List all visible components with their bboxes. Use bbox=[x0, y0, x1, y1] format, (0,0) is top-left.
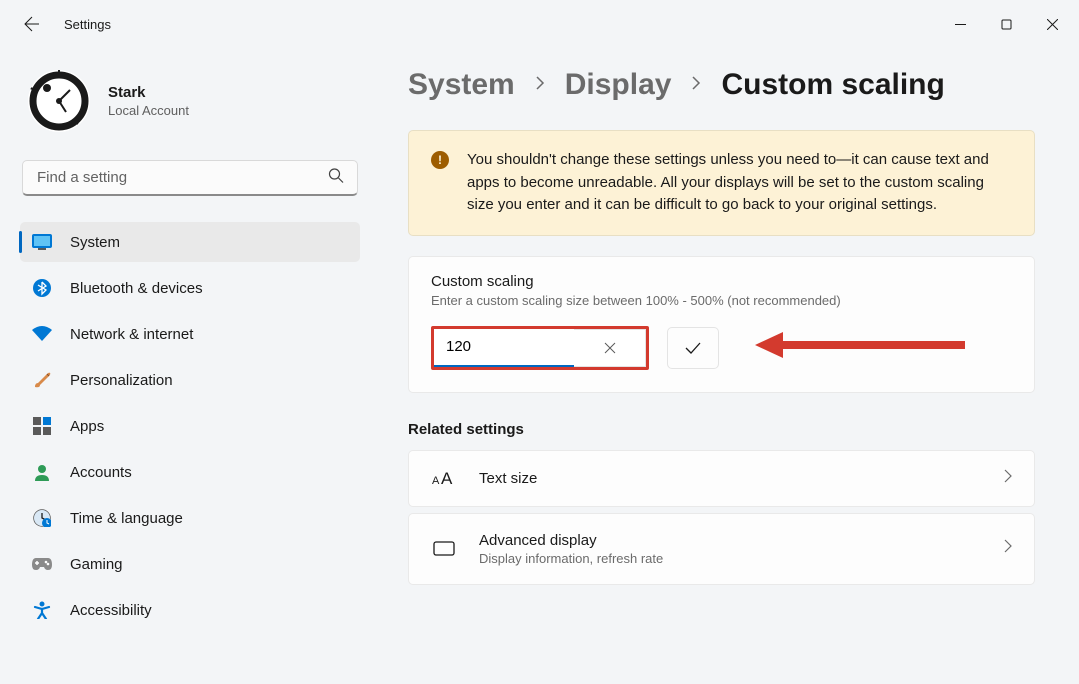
back-button[interactable] bbox=[20, 12, 44, 36]
text-size-icon: AA bbox=[431, 469, 457, 487]
sidebar-item-label: Time & language bbox=[70, 510, 183, 527]
confirm-button[interactable] bbox=[667, 327, 719, 369]
custom-scaling-card: Custom scaling Enter a custom scaling si… bbox=[408, 256, 1035, 393]
apps-icon bbox=[32, 416, 52, 436]
back-arrow-icon bbox=[24, 16, 40, 32]
brush-icon bbox=[32, 370, 52, 390]
wifi-icon bbox=[32, 324, 52, 344]
close-icon bbox=[604, 342, 616, 354]
clock-icon bbox=[32, 508, 52, 528]
sidebar-item-label: Network & internet bbox=[70, 326, 193, 343]
close-icon bbox=[1047, 19, 1058, 30]
breadcrumb: System Display Custom scaling bbox=[408, 68, 1035, 102]
breadcrumb-system[interactable]: System bbox=[408, 68, 515, 102]
search-input[interactable] bbox=[22, 160, 358, 196]
maximize-icon bbox=[1001, 19, 1012, 30]
minimize-icon bbox=[955, 19, 966, 30]
system-icon bbox=[32, 232, 52, 252]
avatar bbox=[28, 70, 90, 132]
main-content: System Display Custom scaling ! You shou… bbox=[372, 48, 1079, 684]
sidebar-item-accounts[interactable]: Accounts bbox=[20, 452, 360, 492]
sidebar-item-label: Personalization bbox=[70, 372, 173, 389]
warning-icon: ! bbox=[431, 151, 449, 169]
sidebar-item-gaming[interactable]: Gaming bbox=[20, 544, 360, 584]
annotation-arrow-icon bbox=[755, 330, 965, 365]
sidebar-item-label: Accounts bbox=[70, 464, 132, 481]
sidebar-item-label: Apps bbox=[70, 418, 104, 435]
accessibility-icon bbox=[32, 600, 52, 620]
clear-button[interactable] bbox=[574, 329, 646, 367]
related-item-label: Text size bbox=[479, 470, 537, 487]
gamepad-icon bbox=[32, 554, 52, 574]
sidebar-item-label: Accessibility bbox=[70, 602, 152, 619]
chevron-right-icon bbox=[535, 75, 545, 96]
sidebar-item-accessibility[interactable]: Accessibility bbox=[20, 590, 360, 630]
sidebar-item-apps[interactable]: Apps bbox=[20, 406, 360, 446]
svg-text:A: A bbox=[441, 469, 453, 487]
user-account-block[interactable]: Stark Local Account bbox=[20, 60, 360, 154]
chevron-right-icon bbox=[1004, 539, 1012, 558]
display-icon bbox=[431, 541, 457, 557]
sidebar: Stark Local Account System Bluetooth & d… bbox=[0, 48, 372, 684]
sidebar-item-label: System bbox=[70, 234, 120, 251]
search-box bbox=[22, 160, 358, 196]
checkmark-icon bbox=[685, 342, 701, 354]
scaling-value-input[interactable] bbox=[434, 329, 574, 367]
sidebar-item-label: Gaming bbox=[70, 556, 123, 573]
custom-scaling-subtitle: Enter a custom scaling size between 100%… bbox=[431, 293, 1012, 308]
sidebar-item-personalization[interactable]: Personalization bbox=[20, 360, 360, 400]
related-settings-heading: Related settings bbox=[408, 421, 1035, 438]
chevron-right-icon bbox=[691, 75, 701, 96]
svg-text:A: A bbox=[432, 475, 440, 487]
sidebar-item-label: Bluetooth & devices bbox=[70, 280, 203, 297]
bluetooth-icon bbox=[32, 278, 52, 298]
close-button[interactable] bbox=[1029, 4, 1075, 44]
sidebar-item-time-language[interactable]: Time & language bbox=[20, 498, 360, 538]
titlebar: Settings bbox=[0, 0, 1079, 48]
sidebar-item-bluetooth[interactable]: Bluetooth & devices bbox=[20, 268, 360, 308]
breadcrumb-current: Custom scaling bbox=[721, 68, 944, 102]
scaling-input-group bbox=[431, 326, 649, 370]
sidebar-item-network[interactable]: Network & internet bbox=[20, 314, 360, 354]
user-name: Stark bbox=[108, 84, 189, 101]
sidebar-item-system[interactable]: System bbox=[20, 222, 360, 262]
user-account-type: Local Account bbox=[108, 103, 189, 118]
app-title: Settings bbox=[64, 17, 111, 32]
breadcrumb-display[interactable]: Display bbox=[565, 68, 672, 102]
minimize-button[interactable] bbox=[937, 4, 983, 44]
person-icon bbox=[32, 462, 52, 482]
chevron-right-icon bbox=[1004, 469, 1012, 488]
maximize-button[interactable] bbox=[983, 4, 1029, 44]
related-text-size[interactable]: AA Text size bbox=[408, 450, 1035, 507]
related-item-label: Advanced display bbox=[479, 532, 663, 549]
warning-banner: ! You shouldn't change these settings un… bbox=[408, 130, 1035, 236]
related-item-sub: Display information, refresh rate bbox=[479, 551, 663, 566]
custom-scaling-title: Custom scaling bbox=[431, 273, 1012, 290]
warning-text: You shouldn't change these settings unle… bbox=[467, 149, 1012, 217]
related-advanced-display[interactable]: Advanced display Display information, re… bbox=[408, 513, 1035, 585]
